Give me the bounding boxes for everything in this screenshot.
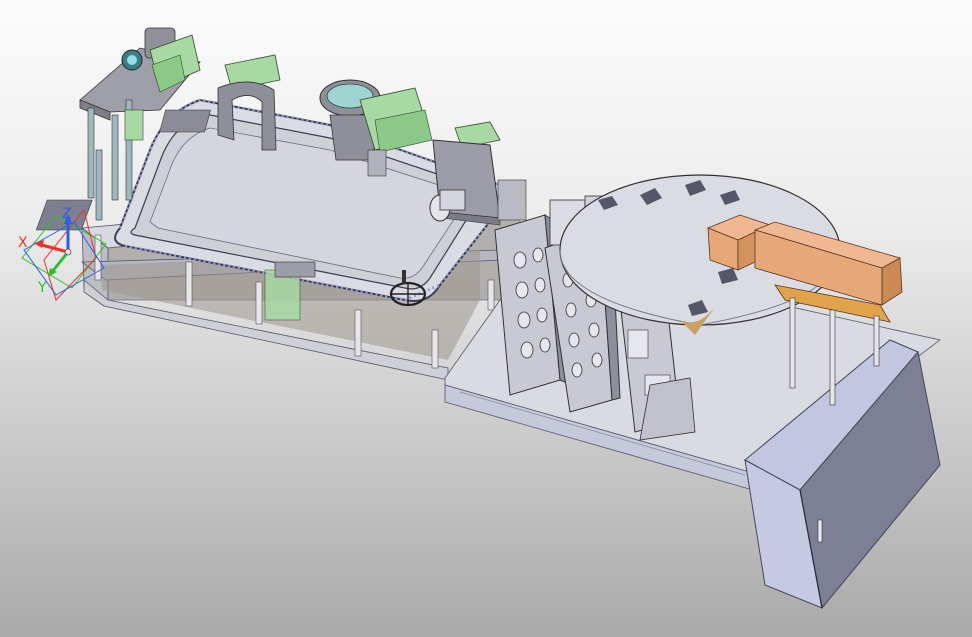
triad-origin (64, 248, 72, 256)
x-axis-label: X (18, 235, 28, 251)
cylinder-station[interactable] (429, 121, 527, 226)
machine-assembly-model[interactable] (0, 0, 972, 637)
y-axis-arrow[interactable] (50, 251, 70, 273)
axis-triad[interactable]: X Z Y (14, 200, 114, 310)
cad-3d-viewport[interactable]: X Z Y (0, 0, 972, 637)
y-axis-label: Y (37, 280, 47, 296)
z-axis-label: Z (62, 206, 72, 222)
